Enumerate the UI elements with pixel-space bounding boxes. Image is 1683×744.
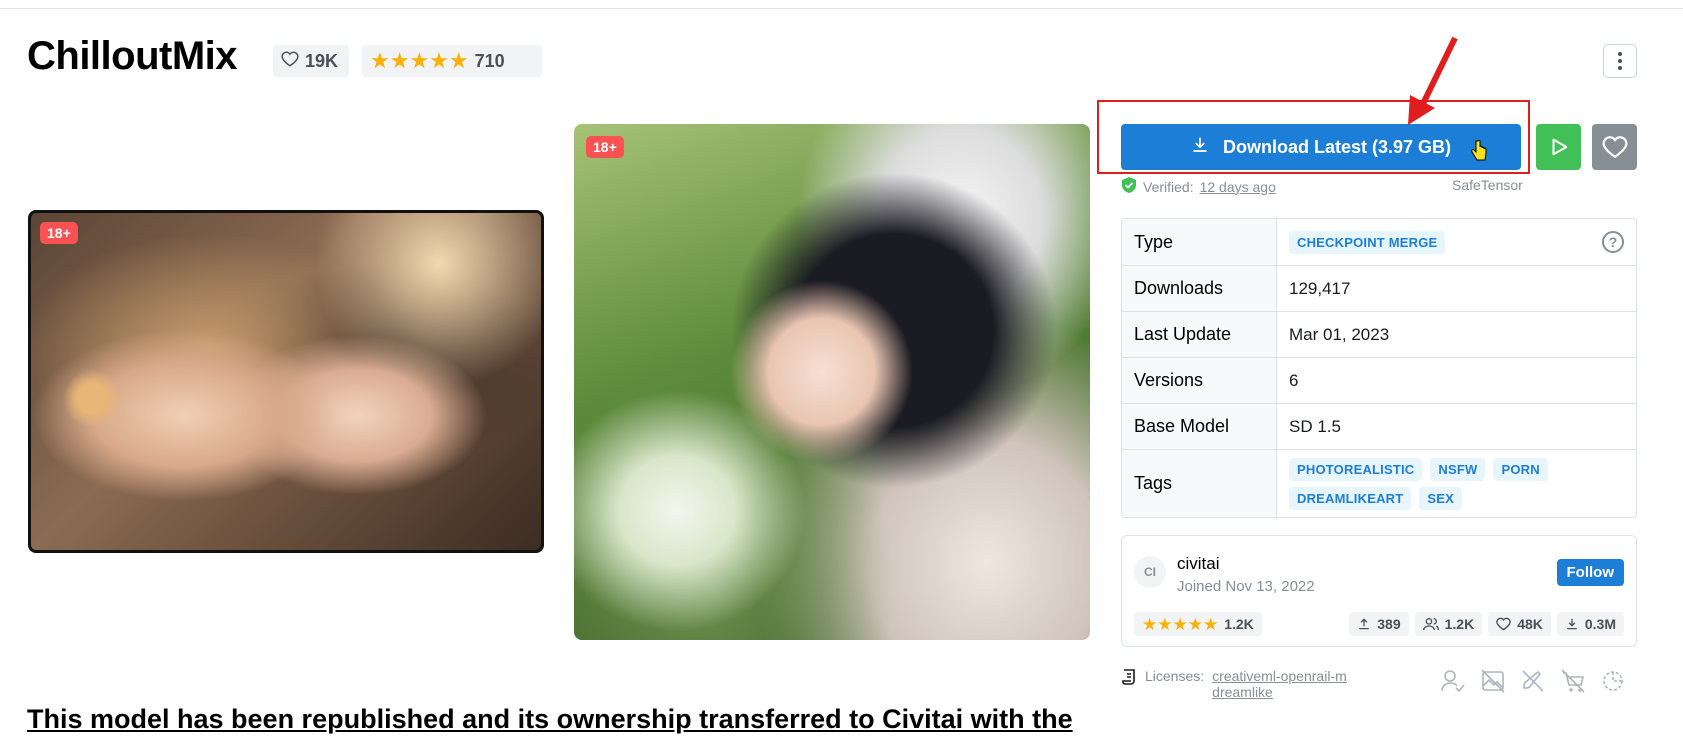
avatar[interactable]: CI [1134, 556, 1166, 588]
details-value: 129,417 [1289, 278, 1351, 298]
creator-card: CI civitai Joined Nov 13, 2022 Follow ★★… [1121, 535, 1637, 647]
help-icon[interactable]: ? [1602, 231, 1624, 253]
no-merge-icon [1603, 671, 1623, 691]
creator-uploads: 389 [1349, 612, 1409, 636]
creator-followers: 1.2K [1414, 612, 1483, 636]
license-link[interactable]: dreamlike [1212, 684, 1347, 700]
verified-label: Verified: [1143, 178, 1194, 195]
details-key: Base Model [1122, 404, 1277, 449]
hand-cursor-icon [1471, 139, 1487, 168]
model-title: ChilloutMix [27, 34, 238, 78]
followers-count: 1.2K [1444, 616, 1475, 632]
creator-joined-date: Joined Nov 13, 2022 [1177, 578, 1315, 595]
shield-check-icon [1121, 176, 1137, 197]
upload-icon [1359, 618, 1369, 630]
likes-count: 19K [305, 50, 339, 71]
tag-dreamlikeart[interactable]: DREAMLIKEART [1289, 486, 1412, 510]
details-row-base-model: Base Model SD 1.5 [1122, 403, 1636, 449]
no-image-icon [1481, 669, 1505, 693]
follow-button[interactable]: Follow [1556, 559, 1624, 586]
favorite-button[interactable] [1592, 124, 1637, 170]
details-row-tags: Tags PHOTOREALISTIC NSFW PORN DREAMLIKEA… [1122, 449, 1636, 517]
rating-count: 710 [474, 50, 505, 71]
kebab-menu-icon [1618, 52, 1622, 70]
tag-photorealistic[interactable]: PHOTOREALISTIC [1289, 457, 1423, 481]
description-headline: This model has been republished and its … [27, 704, 1073, 734]
license-section: Licenses: creativeml-openrail-m dreamlik… [1121, 668, 1347, 700]
details-value: 6 [1289, 370, 1299, 390]
heart-icon [281, 50, 299, 73]
likes-badge[interactable]: 19K [273, 45, 349, 77]
tag-nsfw[interactable]: NSFW [1430, 457, 1486, 481]
heart-icon [1602, 136, 1627, 159]
details-key: Versions [1122, 358, 1277, 403]
verified-time-link[interactable]: 12 days ago [1200, 179, 1276, 195]
model-type-badge[interactable]: CHECKPOINT MERGE [1289, 230, 1446, 254]
details-key: Type [1122, 219, 1277, 265]
no-brush-icon [1522, 670, 1544, 692]
nsfw-badge: 18+ [40, 222, 78, 244]
download-icon [1191, 136, 1209, 159]
creator-favorites: 48K [1488, 612, 1551, 636]
license-label: Licenses: [1145, 668, 1205, 684]
model-details-table: Type CHECKPOINT MERGE ? Downloads 129,41… [1121, 218, 1637, 518]
more-options-button[interactable] [1603, 44, 1637, 78]
download-latest-button[interactable]: Download Latest (3.97 GB) [1121, 124, 1521, 170]
user-check-icon [1441, 670, 1465, 693]
details-value: SD 1.5 [1289, 416, 1341, 436]
download-label: Download Latest (3.97 GB) [1222, 136, 1452, 157]
details-key: Last Update [1122, 312, 1277, 357]
details-row-type: Type CHECKPOINT MERGE ? [1122, 219, 1636, 265]
file-format-label: SafeTensor [1452, 177, 1523, 193]
details-row-downloads: Downloads 129,417 [1122, 265, 1636, 311]
favorites-count: 48K [1517, 616, 1543, 632]
rating-badge[interactable]: ★★★★★ 710 [362, 45, 542, 77]
license-scroll-icon [1121, 668, 1137, 700]
heart-icon [1496, 617, 1511, 631]
no-commercial-icon [1561, 669, 1585, 693]
gallery-image-2[interactable]: 18+ [574, 124, 1090, 640]
details-row-versions: Versions 6 [1122, 357, 1636, 403]
tag-sex[interactable]: SEX [1419, 486, 1463, 510]
top-divider [0, 8, 1683, 9]
download-icon [1567, 618, 1577, 630]
license-permission-icons [1440, 668, 1626, 694]
users-icon [1422, 618, 1439, 631]
details-row-last-update: Last Update Mar 01, 2023 [1122, 311, 1636, 357]
verified-status: Verified: 12 days ago [1121, 176, 1276, 197]
play-icon [1551, 138, 1567, 156]
license-link[interactable]: creativeml-openrail-m [1212, 668, 1347, 684]
creator-rating-count: 1.2K [1224, 616, 1254, 632]
star-rating-icon: ★★★★★ [370, 48, 469, 73]
details-key: Tags [1122, 450, 1277, 517]
creator-rating: ★★★★★ 1.2K [1134, 612, 1262, 636]
tag-porn[interactable]: PORN [1493, 457, 1548, 481]
creator-downloads: 0.3M [1556, 612, 1624, 636]
uploads-count: 389 [1377, 616, 1401, 632]
gallery-image-1[interactable]: 18+ [28, 210, 544, 553]
run-model-button[interactable] [1536, 124, 1581, 170]
details-key: Downloads [1122, 266, 1277, 311]
downloads-count: 0.3M [1584, 616, 1616, 632]
nsfw-badge: 18+ [586, 136, 624, 158]
star-rating-icon: ★★★★★ [1142, 614, 1219, 634]
annotation-arrow-icon [1408, 36, 1458, 125]
creator-name[interactable]: civitai [1177, 554, 1220, 574]
details-value: Mar 01, 2023 [1289, 324, 1390, 344]
